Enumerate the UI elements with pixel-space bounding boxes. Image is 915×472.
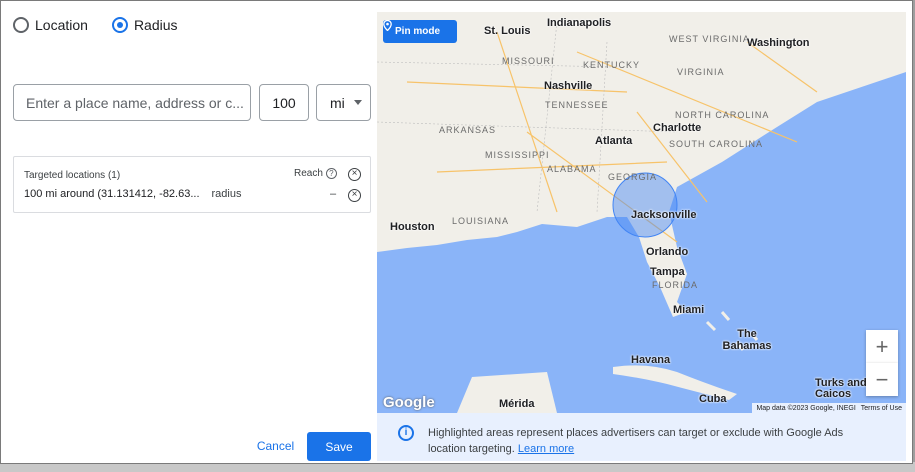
location-radio-label[interactable]: Location [35, 17, 88, 33]
map-label-tampa: Tampa [650, 266, 685, 278]
map-label-turks-caicos: Turks and Caicos [815, 377, 867, 400]
map-label-south-carolina: SOUTH CAROLINA [669, 139, 764, 149]
info-icon: i [398, 425, 414, 441]
targeted-location-reach: – [330, 188, 337, 200]
map-label-arkansas: ARKANSAS [439, 125, 497, 135]
zoom-in-icon: + [875, 333, 889, 359]
map-data-credit: Map data ©2023 Google, INEGI [756, 404, 856, 412]
pin-mode-label: Pin mode [395, 26, 441, 37]
zoom-out-icon: − [875, 366, 889, 392]
remove-location-icon[interactable]: × [348, 189, 361, 202]
map-view[interactable]: Indianapolis St. Louis WEST VIRGINIA Was… [377, 12, 906, 413]
cancel-button[interactable]: Cancel [253, 433, 298, 459]
google-logo: Google [383, 394, 435, 411]
radius-radio-label[interactable]: Radius [134, 17, 178, 33]
mainland-shape [377, 12, 906, 317]
radius-distance-value: 100 [272, 94, 296, 111]
pin-mode-button[interactable]: Pin mode [383, 20, 457, 43]
map-label-indianapolis: Indianapolis [547, 17, 612, 29]
map-label-missouri: MISSOURI [502, 56, 555, 66]
map-label-tennessee: TENNESSEE [545, 100, 609, 110]
zoom-out-button[interactable]: − [866, 363, 898, 396]
targeted-locations-header: Targeted locations (1) [24, 170, 121, 181]
save-button[interactable]: Save [307, 432, 371, 461]
map-label-orlando: Orlando [646, 246, 689, 258]
map-label-alabama: ALABAMA [547, 164, 597, 174]
map-label-jacksonville: Jacksonville [631, 209, 697, 221]
map-label-atlanta: Atlanta [595, 135, 633, 147]
location-targeting-dialog: Location Radius Enter a place name, addr… [0, 0, 913, 464]
map-label-florida: FLORIDA [652, 280, 699, 290]
map-label-west-virginia: WEST VIRGINIA [669, 34, 750, 44]
map-label-kentucky: KENTUCKY [583, 60, 641, 70]
reach-label: Reach [294, 168, 323, 179]
map-label-the-bahamas: The Bahamas [722, 328, 772, 352]
zoom-in-button[interactable]: + [866, 330, 898, 363]
targeted-location-text: 100 mi around (31.131412, -82.63... [24, 188, 200, 200]
info-message: Highlighted areas represent places adver… [428, 427, 844, 455]
info-banner-text: Highlighted areas represent places adver… [428, 425, 878, 457]
location-radio[interactable] [13, 17, 29, 33]
radius-distance-input[interactable]: 100 [259, 84, 309, 121]
terms-of-use-link[interactable]: Terms of Use [861, 405, 902, 412]
map-label-nashville: Nashville [544, 80, 593, 92]
radius-circle [612, 172, 678, 238]
remove-all-icon[interactable]: × [348, 168, 361, 181]
targeted-location-type: radius [211, 188, 242, 200]
map-label-washington: Washington [747, 37, 810, 49]
targeting-mode-group: Location Radius [13, 17, 196, 33]
place-search-input[interactable]: Enter a place name, address or c... [13, 84, 251, 121]
map-label-houston: Houston [390, 221, 435, 233]
map-label-virginia: VIRGINIA [677, 67, 725, 77]
map-label-mississippi: MISSISSIPPI [485, 150, 550, 160]
map-label-north-carolina: NORTH CAROLINA [675, 110, 770, 120]
radius-radio[interactable] [111, 17, 128, 33]
radius-unit-select[interactable]: mi [316, 84, 371, 121]
targeted-locations-panel: Targeted locations (1) Reach ? × 100 mi … [13, 156, 371, 213]
chevron-down-icon [353, 100, 362, 105]
map-label-miami: Miami [673, 304, 705, 316]
map-label-cuba: Cuba [699, 393, 727, 405]
map-attribution: Map data ©2023 Google, INEGI Terms of Us… [752, 403, 906, 413]
map-label-charlotte: Charlotte [653, 122, 702, 134]
map-label-st-louis: St. Louis [484, 25, 531, 37]
help-icon[interactable]: ? [325, 168, 337, 179]
info-banner: i Highlighted areas represent places adv… [377, 413, 906, 461]
map-label-georgia: GEORGIA [608, 172, 658, 182]
learn-more-link[interactable]: Learn more [518, 443, 574, 455]
place-search-placeholder: Enter a place name, address or c... [26, 94, 244, 111]
targeted-location-item: 100 mi around (31.131412, -82.63... radi… [24, 188, 241, 200]
map-label-louisiana: LOUISIANA [452, 216, 510, 226]
radius-unit-value: mi [330, 94, 345, 111]
map-label-merida: Mérida [499, 398, 535, 410]
map-label-havana: Havana [631, 354, 671, 366]
reach-header: Reach ? [294, 168, 337, 179]
